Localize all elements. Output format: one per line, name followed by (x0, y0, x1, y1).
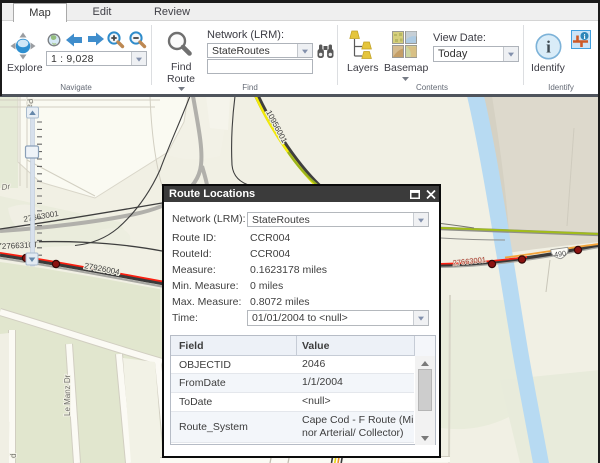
svg-text:Le Manz Dr: Le Manz Dr (63, 374, 72, 416)
svg-text:490: 490 (553, 249, 566, 260)
svg-text:Dr: Dr (1, 182, 11, 192)
svg-text:i: i (583, 32, 585, 41)
svg-text:i: i (546, 38, 551, 57)
svg-text:d: d (9, 454, 18, 458)
